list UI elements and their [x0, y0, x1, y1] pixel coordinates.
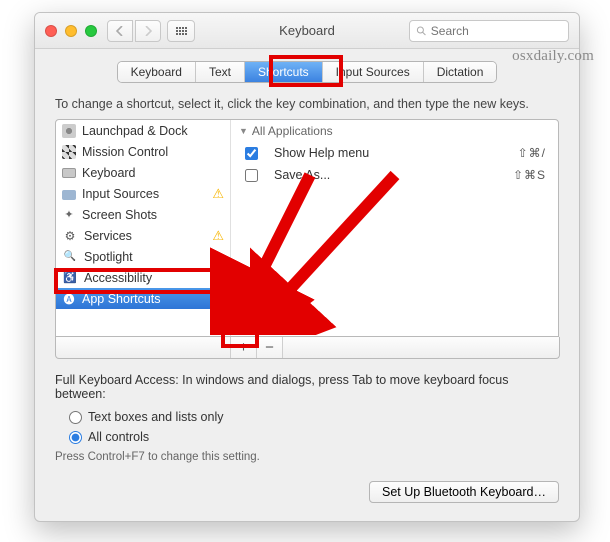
hint-text: Press Control+F7 to change this setting. [55, 451, 559, 463]
cat-launchpad-dock[interactable]: Launchpad & Dock [56, 120, 230, 141]
screenshots-icon [62, 208, 76, 222]
radio-input[interactable] [69, 431, 82, 444]
minimize-icon[interactable] [65, 25, 77, 37]
search-field[interactable] [409, 20, 569, 42]
tab-keyboard[interactable]: Keyboard [118, 62, 196, 82]
services-icon [62, 228, 78, 244]
cat-mission-control[interactable]: Mission Control [56, 141, 230, 162]
accessibility-icon [62, 270, 78, 286]
shortcut-list[interactable]: ▼ All Applications Show Help menu ⇧⌘/ Sa… [231, 120, 558, 336]
maximize-icon[interactable] [85, 25, 97, 37]
titlebar: Keyboard [35, 13, 579, 49]
watermark: osxdaily.com [512, 48, 594, 65]
tab-text[interactable]: Text [196, 62, 245, 82]
add-button[interactable]: + [231, 337, 257, 358]
tab-input-sources[interactable]: Input Sources [323, 62, 424, 82]
shortcut-checkbox[interactable] [245, 147, 258, 160]
input-sources-icon [62, 190, 76, 200]
shortcut-row[interactable]: Save As... ⇧⌘S [231, 164, 558, 186]
close-icon[interactable] [45, 25, 57, 37]
show-all-button[interactable] [167, 20, 195, 42]
search-icon [416, 25, 427, 37]
tab-bar: Keyboard Text Shortcuts Input Sources Di… [35, 61, 579, 83]
cat-services[interactable]: Services⚠ [56, 225, 230, 246]
segmented-control: Keyboard Text Shortcuts Input Sources Di… [117, 61, 498, 83]
launchpad-icon [62, 124, 76, 138]
cat-keyboard[interactable]: Keyboard [56, 162, 230, 183]
radio-all-controls[interactable]: All controls [69, 427, 559, 447]
shortcut-label: Show Help menu [274, 146, 369, 160]
tab-dictation[interactable]: Dictation [424, 62, 497, 82]
cat-app-shortcuts[interactable]: App Shortcuts [56, 288, 230, 309]
mission-control-icon [62, 145, 76, 159]
search-input[interactable] [431, 24, 562, 38]
warning-icon: ⚠ [212, 228, 224, 244]
shortcut-row[interactable]: Show Help menu ⇧⌘/ [231, 142, 558, 164]
split-panes: Launchpad & Dock Mission Control Keyboar… [55, 119, 559, 337]
shortcut-keys[interactable]: ⇧⌘/ [518, 146, 546, 160]
forward-button[interactable] [135, 20, 161, 42]
shortcut-checkbox[interactable] [245, 169, 258, 182]
cat-screen-shots[interactable]: Screen Shots [56, 204, 230, 225]
app-shortcuts-icon [62, 292, 76, 306]
add-remove-bar: + − [55, 337, 560, 359]
disclosure-triangle-icon[interactable]: ▼ [239, 126, 248, 136]
tab-shortcuts[interactable]: Shortcuts [245, 62, 323, 82]
category-list[interactable]: Launchpad & Dock Mission Control Keyboar… [56, 120, 231, 336]
fka-text: Full Keyboard Access: In windows and dia… [55, 373, 559, 401]
cat-accessibility[interactable]: Accessibility [56, 267, 230, 288]
cat-input-sources[interactable]: Input Sources⚠ [56, 183, 230, 204]
back-button[interactable] [107, 20, 133, 42]
shortcut-keys[interactable]: ⇧⌘S [513, 168, 546, 182]
preferences-window: Keyboard Keyboard Text Shortcuts Input S… [34, 12, 580, 522]
keyboard-icon [62, 168, 76, 178]
shortcut-label: Save As... [274, 168, 330, 182]
spotlight-icon [62, 249, 78, 265]
instruction-text: To change a shortcut, select it, click t… [55, 97, 559, 111]
radio-input[interactable] [69, 411, 82, 424]
grid-icon [176, 27, 187, 35]
radio-text-boxes[interactable]: Text boxes and lists only [69, 407, 559, 427]
setup-bluetooth-button[interactable]: Set Up Bluetooth Keyboard… [369, 481, 559, 503]
nav-buttons [107, 20, 161, 42]
warning-icon: ⚠ [212, 186, 224, 202]
traffic-lights [45, 25, 97, 37]
remove-button[interactable]: − [257, 337, 283, 358]
group-header[interactable]: ▼ All Applications [231, 120, 558, 142]
content-area: To change a shortcut, select it, click t… [35, 83, 579, 473]
cat-spotlight[interactable]: Spotlight [56, 246, 230, 267]
